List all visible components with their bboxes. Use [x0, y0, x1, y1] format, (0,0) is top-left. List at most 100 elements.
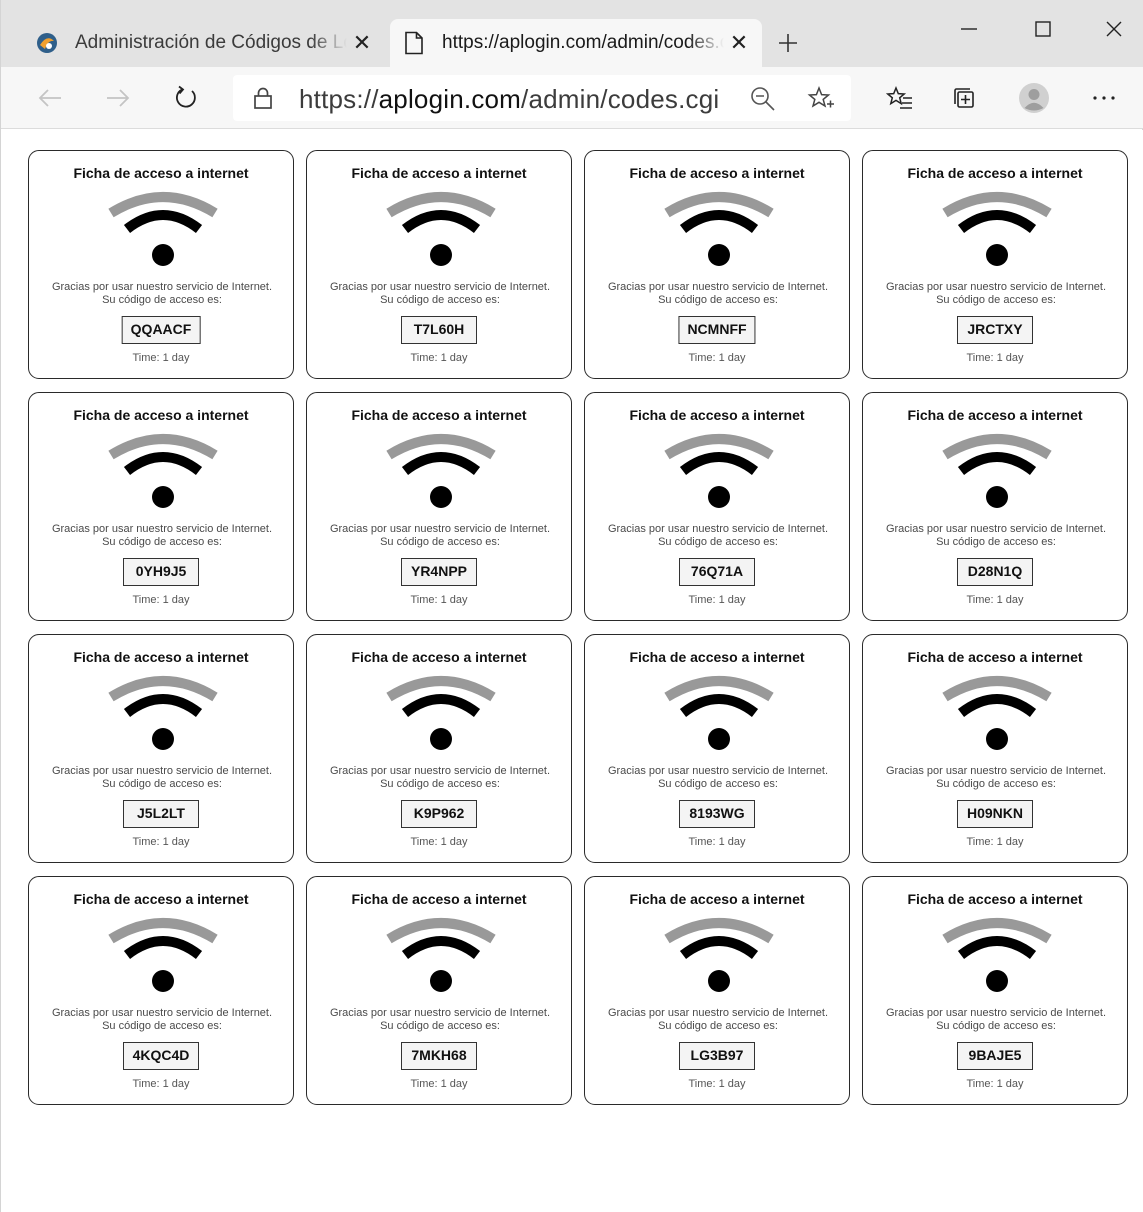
ticket-duration: Time: 1 day [132, 594, 190, 606]
favorites-button[interactable] [883, 81, 917, 115]
arrow-right-icon [107, 89, 130, 107]
new-tab-button[interactable] [771, 26, 805, 60]
ticket-duration: Time: 1 day [410, 836, 468, 848]
access-code: JRCTXY [957, 316, 1033, 344]
wifi-icon [108, 434, 218, 508]
access-code: 9BAJE5 [957, 1042, 1033, 1070]
ticket-title: Ficha de acceso a internet [629, 165, 805, 181]
address-bar[interactable]: https://aplogin.com/admin/codes.cgi [233, 75, 851, 121]
page-content: Ficha de acceso a internet Gracias por u… [1, 130, 1143, 1212]
ticket-title: Ficha de acceso a internet [351, 407, 527, 423]
maximize-button[interactable] [1023, 12, 1063, 46]
wifi-icon [108, 192, 218, 266]
ticket-duration: Time: 1 day [966, 594, 1024, 606]
access-ticket-card: Ficha de acceso a internet Gracias por u… [28, 150, 294, 379]
ticket-duration: Time: 1 day [966, 1078, 1024, 1090]
minimize-button[interactable] [949, 12, 989, 46]
forward-button[interactable] [101, 81, 135, 115]
tab-admin-codes[interactable]: Administración de Códigos de Lo ✕ [23, 19, 385, 67]
more-dots-icon [1093, 96, 1115, 100]
ticket-message: Gracias por usar nuestro servicio de Int… [329, 765, 551, 790]
close-tab-icon[interactable]: ✕ [347, 28, 377, 58]
ticket-title: Ficha de acceso a internet [73, 649, 249, 665]
ticket-title: Ficha de acceso a internet [629, 891, 805, 907]
ticket-message: Gracias por usar nuestro servicio de Int… [885, 765, 1107, 790]
ticket-duration: Time: 1 day [410, 1078, 468, 1090]
refresh-button[interactable] [169, 81, 203, 115]
tab-codes-cgi[interactable]: https://aplogin.com/admin/codes.cgi ✕ [390, 19, 762, 67]
browser-window: Administración de Códigos de Lo ✕ https:… [0, 0, 1143, 1212]
ticket-message: Gracias por usar nuestro servicio de Int… [607, 281, 829, 306]
ticket-message: Gracias por usar nuestro servicio de Int… [885, 281, 1107, 306]
ticket-message: Gracias por usar nuestro servicio de Int… [329, 281, 551, 306]
tab-strip: Administración de Códigos de Lo ✕ https:… [1, 0, 1143, 67]
close-tab-icon[interactable]: ✕ [724, 28, 754, 58]
ticket-message: Gracias por usar nuestro servicio de Int… [607, 1007, 829, 1032]
maximize-icon [1035, 21, 1051, 37]
access-ticket-card: Ficha de acceso a internet Gracias por u… [862, 634, 1128, 863]
access-code: NCMNFF [678, 316, 756, 344]
ticket-duration: Time: 1 day [688, 836, 746, 848]
access-ticket-card: Ficha de acceso a internet Gracias por u… [584, 150, 850, 379]
access-ticket-card: Ficha de acceso a internet Gracias por u… [306, 634, 572, 863]
wifi-icon [386, 434, 496, 508]
wifi-icon [664, 434, 774, 508]
ticket-duration: Time: 1 day [688, 352, 746, 364]
add-favorite-star-icon[interactable] [807, 85, 835, 113]
access-code: QQAACF [121, 316, 201, 344]
url-path: /admin/codes.cgi [521, 84, 720, 114]
site-logo-icon [35, 31, 59, 55]
avatar-icon [1019, 83, 1049, 113]
wifi-icon [108, 676, 218, 750]
access-ticket-card: Ficha de acceso a internet Gracias por u… [28, 876, 294, 1105]
zoom-out-icon[interactable] [749, 85, 777, 113]
ticket-duration: Time: 1 day [132, 836, 190, 848]
ticket-message: Gracias por usar nuestro servicio de Int… [329, 1007, 551, 1032]
wifi-icon [386, 192, 496, 266]
ticket-duration: Time: 1 day [688, 594, 746, 606]
ticket-message: Gracias por usar nuestro servicio de Int… [885, 523, 1107, 548]
plus-icon [779, 34, 797, 52]
ticket-title: Ficha de acceso a internet [73, 407, 249, 423]
wifi-icon [386, 918, 496, 992]
wifi-icon [942, 192, 1052, 266]
access-code: 76Q71A [679, 558, 755, 586]
ticket-title: Ficha de acceso a internet [629, 407, 805, 423]
access-code: J5L2LT [123, 800, 199, 828]
ticket-title: Ficha de acceso a internet [351, 891, 527, 907]
ticket-title: Ficha de acceso a internet [73, 165, 249, 181]
wifi-icon [386, 676, 496, 750]
wifi-icon [108, 918, 218, 992]
url-text[interactable]: https://aplogin.com/admin/codes.cgi [299, 84, 719, 115]
ticket-duration: Time: 1 day [132, 352, 190, 364]
navigation-toolbar: https://aplogin.com/admin/codes.cgi [1, 67, 1143, 129]
close-window-button[interactable] [1094, 12, 1134, 46]
access-code: LG3B97 [679, 1042, 755, 1070]
access-ticket-card: Ficha de acceso a internet Gracias por u… [584, 392, 850, 621]
lock-icon[interactable] [251, 86, 275, 110]
url-scheme: https:// [299, 84, 379, 114]
back-button[interactable] [33, 81, 67, 115]
ticket-duration: Time: 1 day [966, 836, 1024, 848]
tab-title: https://aplogin.com/admin/codes.cgi [442, 32, 724, 54]
wifi-icon [664, 192, 774, 266]
access-code: 7MKH68 [401, 1042, 477, 1070]
ticket-message: Gracias por usar nuestro servicio de Int… [329, 523, 551, 548]
access-ticket-card: Ficha de acceso a internet Gracias por u… [584, 876, 850, 1105]
access-ticket-card: Ficha de acceso a internet Gracias por u… [584, 634, 850, 863]
collections-button[interactable] [947, 81, 981, 115]
favorites-list-icon [886, 86, 912, 109]
ticket-title: Ficha de acceso a internet [907, 165, 1083, 181]
access-code: H09NKN [957, 800, 1033, 828]
wifi-icon [942, 676, 1052, 750]
access-ticket-card: Ficha de acceso a internet Gracias por u… [862, 876, 1128, 1105]
arrow-left-icon [38, 89, 61, 107]
access-ticket-card: Ficha de acceso a internet Gracias por u… [306, 392, 572, 621]
profile-button[interactable] [1017, 81, 1051, 115]
ticket-message: Gracias por usar nuestro servicio de Int… [51, 1007, 273, 1032]
ticket-title: Ficha de acceso a internet [351, 649, 527, 665]
ticket-duration: Time: 1 day [410, 594, 468, 606]
settings-more-button[interactable] [1087, 81, 1121, 115]
ticket-duration: Time: 1 day [966, 352, 1024, 364]
access-code: D28N1Q [957, 558, 1033, 586]
